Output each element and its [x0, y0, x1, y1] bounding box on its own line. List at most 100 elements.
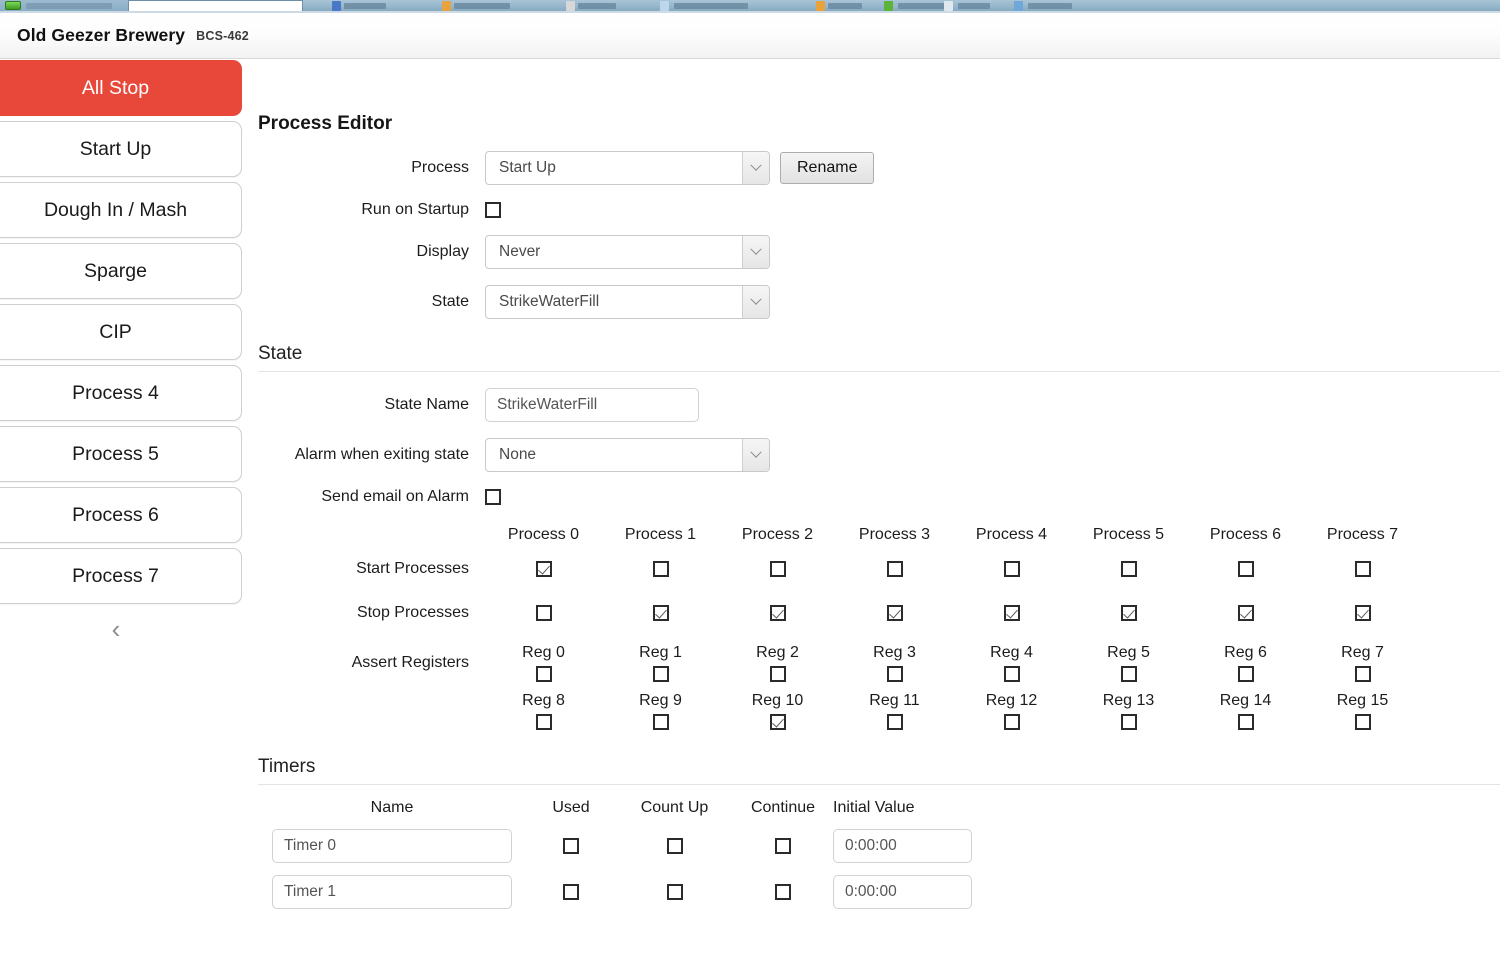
sidebar-item-sparge[interactable]: Sparge: [0, 243, 242, 299]
display-select[interactable]: Never: [485, 235, 770, 269]
assert-registers-row-2: Reg 8 Reg 9 Reg 10 Reg 11 Reg 12 Reg 13 …: [258, 692, 1500, 730]
app-header: Old Geezer Brewery BCS-462: [0, 13, 1500, 59]
register-9-checkbox[interactable]: [652, 714, 669, 730]
display-label: Display: [416, 243, 469, 260]
chevron-down-icon: [742, 286, 769, 318]
register-12-checkbox[interactable]: [1003, 714, 1020, 730]
register-label: Reg 5: [1107, 644, 1150, 661]
register-5-checkbox[interactable]: [1120, 666, 1137, 682]
sidebar-nav: All Stop Start Up Dough In / Mash Sparge…: [0, 60, 243, 649]
register-3-checkbox[interactable]: [886, 666, 903, 682]
process-row: Process Start Up Rename: [258, 151, 1500, 185]
sidebar-item-dough-in-mash[interactable]: Dough In / Mash: [0, 182, 242, 238]
register-11-checkbox[interactable]: [886, 714, 903, 730]
run-on-startup-label: Run on Startup: [361, 201, 469, 218]
sidebar-item-start-up[interactable]: Start Up: [0, 121, 242, 177]
alarm-row: Alarm when exiting state None: [258, 438, 1500, 472]
state-select-row: State StrikeWaterFill: [258, 285, 1500, 319]
timer-1-name-input[interactable]: [272, 875, 512, 909]
sidebar-collapse-button[interactable]: ‹: [0, 609, 242, 649]
sidebar-item-process-6[interactable]: Process 6: [0, 487, 242, 543]
sidebar-item-cip[interactable]: CIP: [0, 304, 242, 360]
start-process-4-checkbox[interactable]: [1003, 561, 1020, 577]
alarm-label: Alarm when exiting state: [294, 446, 469, 463]
register-15-checkbox[interactable]: [1354, 714, 1371, 730]
process-column-header: Process 3: [858, 526, 931, 543]
toolbar-icon-3[interactable]: [566, 1, 575, 11]
sidebar-item-process-7[interactable]: Process 7: [0, 548, 242, 604]
timer-1-initial-value-input[interactable]: [833, 875, 972, 909]
state-name-label: State Name: [384, 396, 469, 413]
run-on-startup-checkbox[interactable]: [485, 202, 501, 218]
toolbar-label-2: [454, 3, 510, 9]
start-process-5-checkbox[interactable]: [1120, 561, 1137, 577]
toolbar-icon-6[interactable]: [884, 1, 893, 11]
start-process-3-checkbox[interactable]: [886, 561, 903, 577]
toolbar-icon-5[interactable]: [816, 1, 825, 11]
stop-process-4-checkbox[interactable]: [1003, 605, 1020, 621]
register-7-checkbox[interactable]: [1354, 666, 1371, 682]
register-label: Reg 15: [1336, 692, 1389, 709]
stop-process-2-checkbox[interactable]: [769, 605, 786, 621]
timer-1-count-up-checkbox[interactable]: [666, 884, 683, 900]
timer-1-continue-checkbox[interactable]: [775, 884, 791, 900]
start-process-1-checkbox[interactable]: [652, 561, 669, 577]
timer-0-name-input[interactable]: [272, 829, 512, 863]
chevron-down-icon: [742, 152, 769, 184]
register-1-checkbox[interactable]: [652, 666, 669, 682]
register-6-checkbox[interactable]: [1237, 666, 1254, 682]
stop-process-0-checkbox[interactable]: [535, 605, 552, 621]
timers-table-header: Name Used Count Up Continue Initial Valu…: [258, 799, 1500, 817]
timer-0-count-up-checkbox[interactable]: [666, 838, 683, 854]
timer-0-initial-value-input[interactable]: [833, 829, 972, 863]
start-process-7-checkbox[interactable]: [1354, 561, 1371, 577]
alarm-select[interactable]: None: [485, 438, 770, 472]
sidebar-item-process-5[interactable]: Process 5: [0, 426, 242, 482]
register-0-checkbox[interactable]: [535, 666, 552, 682]
register-4-checkbox[interactable]: [1003, 666, 1020, 682]
stop-process-6-checkbox[interactable]: [1237, 605, 1254, 621]
process-column-header: Process 1: [624, 526, 697, 543]
toolbar-icon-1[interactable]: [332, 1, 341, 11]
state-select[interactable]: StrikeWaterFill: [485, 285, 770, 319]
start-process-2-checkbox[interactable]: [769, 561, 786, 577]
process-editor-heading: Process Editor: [258, 113, 393, 134]
register-2-checkbox[interactable]: [769, 666, 786, 682]
toolbar-icon-2[interactable]: [442, 1, 451, 11]
toolbar-label-1: [344, 3, 386, 9]
sidebar-item-label: Process 5: [72, 442, 159, 465]
register-label: Reg 1: [639, 644, 682, 661]
sidebar-item-all-stop[interactable]: All Stop: [0, 60, 242, 116]
timer-0-used-checkbox[interactable]: [563, 838, 579, 854]
page-title: Old Geezer Brewery: [17, 25, 186, 45]
stop-process-7-checkbox[interactable]: [1354, 605, 1371, 621]
process-grid-header: Process 0 Process 1 Process 2 Process 3 …: [258, 526, 1500, 544]
register-10-checkbox[interactable]: [769, 714, 786, 730]
timer-0-continue-checkbox[interactable]: [775, 838, 791, 854]
stop-process-3-checkbox[interactable]: [886, 605, 903, 621]
send-email-checkbox[interactable]: [485, 489, 501, 505]
sidebar-item-label: Dough In / Mash: [43, 198, 188, 221]
register-label: Reg 13: [1102, 692, 1155, 709]
start-process-6-checkbox[interactable]: [1237, 561, 1254, 577]
stop-process-1-checkbox[interactable]: [652, 605, 669, 621]
rename-button[interactable]: Rename: [780, 152, 875, 184]
register-8-checkbox[interactable]: [535, 714, 552, 730]
timers-col-initial-value: Initial Value: [833, 799, 915, 816]
register-13-checkbox[interactable]: [1120, 714, 1137, 730]
toolbar-icon-4[interactable]: [660, 1, 669, 11]
state-name-input[interactable]: [485, 388, 699, 422]
sidebar-item-process-4[interactable]: Process 4: [0, 365, 242, 421]
toolbar-icon-8[interactable]: [1014, 1, 1023, 11]
timer-1-used-checkbox[interactable]: [563, 884, 579, 900]
process-column-header: Process 4: [975, 526, 1048, 543]
stop-process-5-checkbox[interactable]: [1120, 605, 1137, 621]
state-section-heading: State: [258, 343, 1500, 372]
register-label: Reg 4: [990, 644, 1033, 661]
register-14-checkbox[interactable]: [1237, 714, 1254, 730]
toolbar-icon-7[interactable]: [944, 1, 953, 11]
process-select[interactable]: Start Up: [485, 151, 770, 185]
start-process-0-checkbox[interactable]: [535, 561, 552, 577]
chevron-left-icon: ‹: [111, 614, 121, 644]
process-select-value: Start Up: [499, 159, 556, 176]
